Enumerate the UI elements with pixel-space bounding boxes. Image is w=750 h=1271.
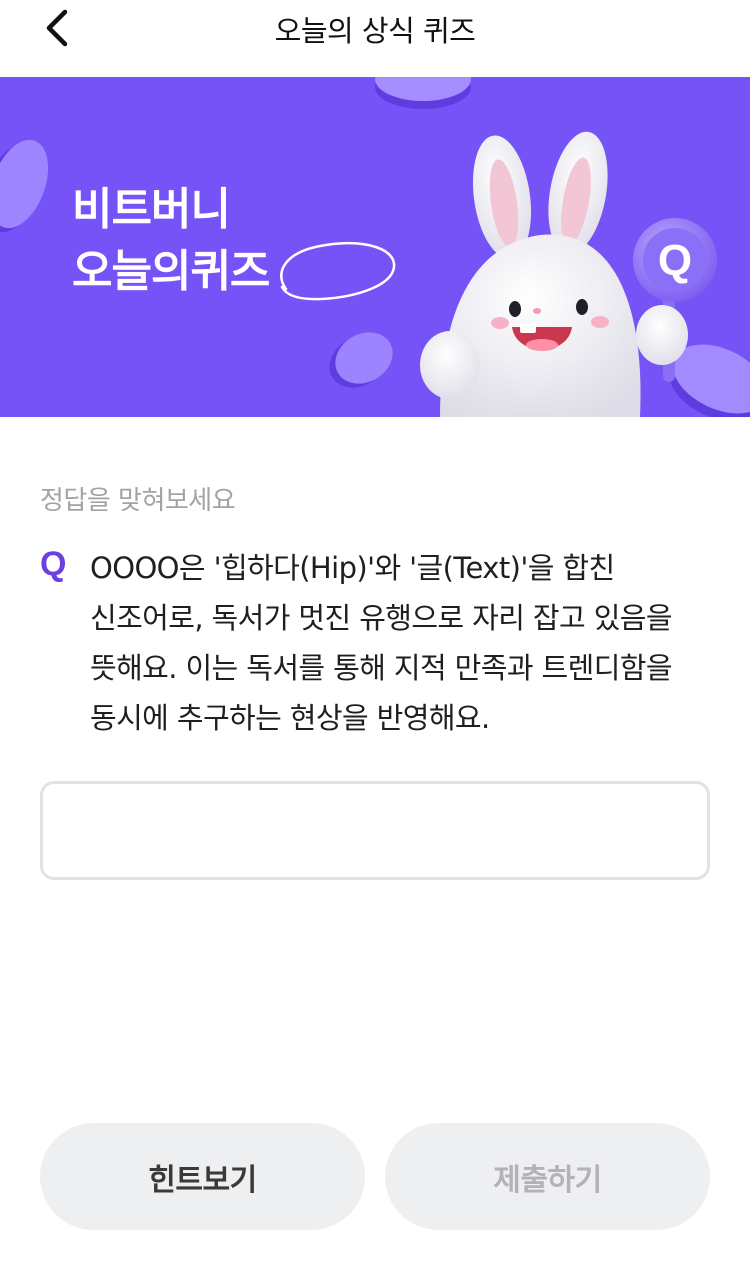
answer-prompt: 정답을 맞혀보세요 — [40, 486, 236, 516]
banner-title: 비트버니 오늘의퀴즈 — [72, 179, 396, 303]
sign-letter: Q — [658, 236, 692, 285]
page-title: 오늘의 상식 퀴즈 — [274, 14, 476, 48]
banner-title-line1: 비트버니 — [72, 184, 231, 235]
banner-title-highlight: 퀴즈 — [190, 246, 270, 297]
question-q-mark: Q — [40, 545, 67, 583]
answer-input[interactable] — [40, 781, 710, 880]
question-text: OOOO은 '힙하다(Hip)'와 '글(Text)'을 합친 신조어로, 독서… — [90, 551, 673, 735]
coin-decoration — [375, 77, 471, 109]
quiz-banner: 비트버니 오늘의퀴즈 Q — [0, 77, 750, 417]
bunny-mascot-illustration: Q — [420, 131, 717, 417]
banner-title-line2: 오늘의퀴즈 — [72, 241, 396, 303]
coin-decoration — [329, 332, 393, 388]
hint-button[interactable]: 힌트보기 — [40, 1123, 365, 1230]
top-nav-bar: 오늘의 상식 퀴즈 — [0, 0, 750, 77]
highlight-oval — [280, 242, 396, 301]
coin-decoration — [0, 139, 49, 233]
banner-title-prefix: 오늘의 — [72, 246, 191, 297]
submit-button[interactable]: 제출하기 — [385, 1123, 710, 1230]
